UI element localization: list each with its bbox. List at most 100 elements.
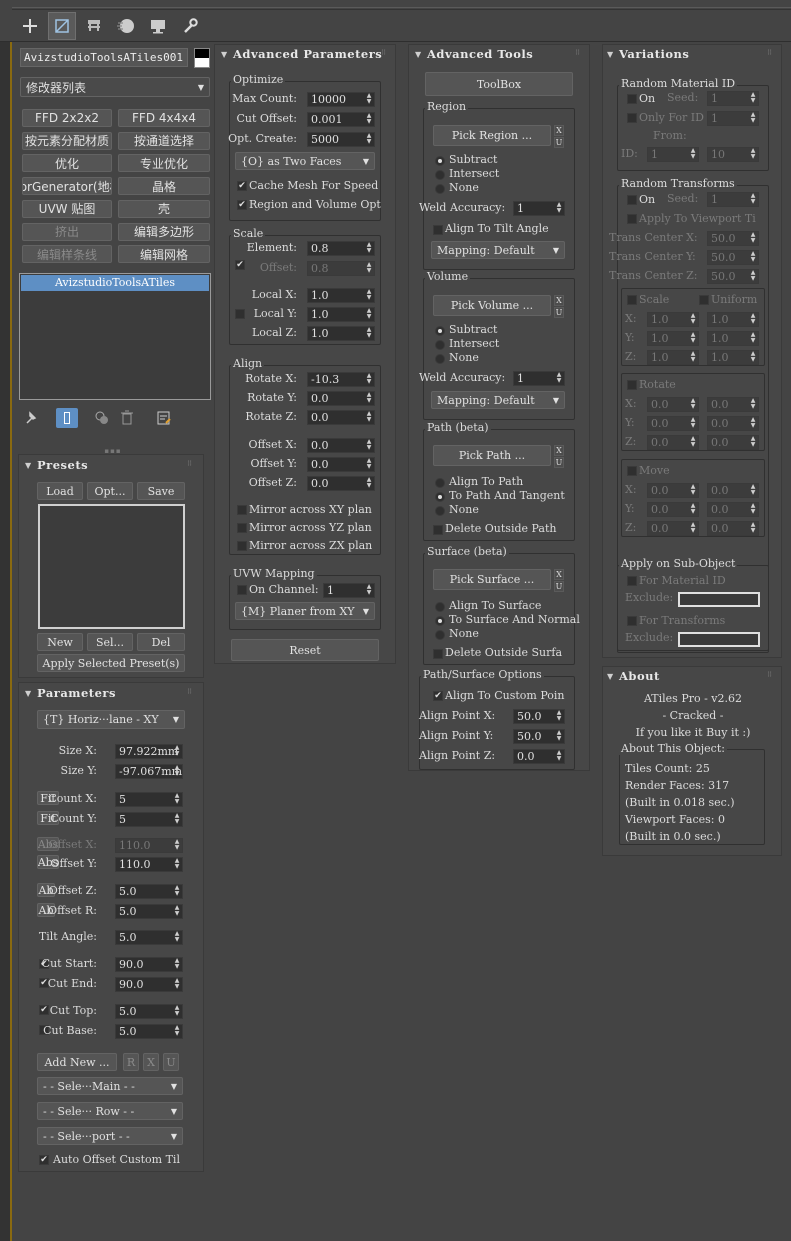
modify-tab-icon[interactable] bbox=[48, 12, 76, 40]
modifier-button-4-1[interactable]: 壳 bbox=[118, 199, 210, 218]
volume-weld-spinner[interactable]: 1 ▲ ▼ bbox=[513, 371, 565, 386]
spinner-arrows-icon[interactable]: ▲ ▼ bbox=[749, 251, 757, 264]
cut-start-spinner[interactable]: 90.0 ▲ ▼ bbox=[115, 957, 183, 972]
spinner-arrows-icon[interactable]: ▲ ▼ bbox=[365, 439, 373, 452]
configure-modifier-sets-icon[interactable] bbox=[156, 410, 172, 426]
utilities-tab-wrench-icon[interactable] bbox=[176, 12, 204, 40]
align-tilt-checkbox[interactable] bbox=[433, 225, 443, 235]
spinner-arrows-icon[interactable]: ▲ ▼ bbox=[749, 270, 757, 283]
modifier-button-0-0[interactable]: FFD 2x2x2 bbox=[22, 109, 112, 127]
surface-xu-buttons[interactable]: XU bbox=[554, 569, 564, 593]
u-update-button[interactable]: U bbox=[554, 307, 564, 318]
pick-surface-button[interactable]: Pick Surface ... bbox=[433, 569, 551, 590]
spinner-arrows-icon[interactable]: ▲ ▼ bbox=[749, 522, 757, 535]
display-tab-monitor-icon[interactable] bbox=[144, 12, 172, 40]
save-preset-button[interactable]: Save bbox=[137, 482, 185, 500]
align-point-z-spinner[interactable]: 0.0 ▲ ▼ bbox=[513, 749, 565, 764]
load-preset-button[interactable]: Load bbox=[37, 482, 83, 500]
spinner-arrows-icon[interactable]: ▲ ▼ bbox=[365, 392, 373, 405]
align-point-x-spinner[interactable]: 50.0 ▲ ▼ bbox=[513, 709, 565, 724]
spinner-arrows-icon[interactable]: ▲ ▼ bbox=[365, 327, 373, 340]
spinner-arrows-icon[interactable]: ▲ ▼ bbox=[173, 813, 181, 826]
path-xu-buttons[interactable]: XU bbox=[554, 445, 564, 469]
spinner-arrows-icon[interactable]: ▲ ▼ bbox=[689, 313, 697, 326]
surface-none-radio[interactable] bbox=[435, 630, 445, 640]
spinner-arrows-icon[interactable]: ▲ ▼ bbox=[749, 484, 757, 497]
collapse-triangle-icon[interactable]: ▼ bbox=[221, 50, 227, 59]
spinner-arrows-icon[interactable]: ▲ ▼ bbox=[365, 242, 373, 255]
mzx-checkbox[interactable] bbox=[237, 541, 247, 551]
object-color-swatch[interactable] bbox=[194, 48, 210, 68]
spinner-arrows-icon[interactable]: ▲ ▼ bbox=[555, 202, 563, 215]
align-path-radio[interactable] bbox=[435, 478, 445, 488]
pick-volume-button[interactable]: Pick Volume ... bbox=[433, 295, 551, 316]
spinner-arrows-icon[interactable]: ▲ ▼ bbox=[173, 885, 181, 898]
collapse-triangle-icon[interactable]: ▼ bbox=[415, 50, 421, 59]
u-update-button[interactable]: U bbox=[554, 581, 564, 592]
drag-grip-icon[interactable]: ⠿ bbox=[187, 460, 193, 468]
spinner-arrows-icon[interactable]: ▲ ▼ bbox=[689, 398, 697, 411]
region-volume-opt-checkbox[interactable]: ✔ bbox=[237, 200, 247, 210]
select-viewport-dropdown[interactable]: - - Sele···port - - ▼ bbox=[37, 1127, 183, 1145]
weld-accuracy-spinner[interactable]: 1 ▲ ▼ bbox=[513, 201, 565, 216]
show-end-result-icon[interactable] bbox=[56, 408, 78, 428]
count-x-spinner[interactable]: 5 ▲ ▼ bbox=[115, 792, 183, 807]
subtract-radio[interactable] bbox=[435, 156, 445, 166]
spinner-arrows-icon[interactable]: ▲ ▼ bbox=[365, 289, 373, 302]
cache-mesh-checkbox[interactable]: ✔ bbox=[237, 181, 247, 191]
spinner-arrows-icon[interactable]: ▲ ▼ bbox=[173, 793, 181, 806]
none-radio[interactable] bbox=[435, 184, 445, 194]
delete-preset-button[interactable]: Del bbox=[137, 633, 185, 651]
spinner-arrows-icon[interactable]: ▲ ▼ bbox=[555, 750, 563, 763]
drag-grip-icon[interactable]: ⠿ bbox=[767, 49, 773, 57]
planer-dropdown[interactable]: {M} Planer from XY ▼ bbox=[235, 602, 375, 620]
new-preset-button[interactable]: New bbox=[37, 633, 83, 651]
collapse-triangle-icon[interactable]: ▼ bbox=[25, 689, 31, 698]
spinner-arrows-icon[interactable]: ▲ ▼ bbox=[173, 1005, 181, 1018]
modifier-button-2-0[interactable]: 优化 bbox=[22, 154, 112, 173]
drag-grip-icon[interactable]: ⠿ bbox=[381, 49, 387, 57]
spinner-arrows-icon[interactable]: ▲ ▼ bbox=[689, 417, 697, 430]
spinner-arrows-icon[interactable]: ▲ ▼ bbox=[365, 373, 373, 386]
mxy-checkbox[interactable] bbox=[237, 505, 247, 515]
spinner-arrows-icon[interactable]: ▲ ▼ bbox=[365, 113, 373, 126]
spinner-arrows-icon[interactable]: ▲ ▼ bbox=[173, 978, 181, 991]
max-count-spinner[interactable]: 10000 ▲ ▼ bbox=[307, 92, 375, 107]
motion-tab-icon[interactable] bbox=[112, 12, 140, 40]
spinner-arrows-icon[interactable]: ▲ ▼ bbox=[173, 765, 181, 778]
plane-dropdown[interactable]: {T} Horiz···lane - XY ▼ bbox=[37, 710, 185, 729]
spinner-arrows-icon[interactable]: ▲ ▼ bbox=[173, 1025, 181, 1038]
cut-end-spinner[interactable]: 90.0 ▲ ▼ bbox=[115, 977, 183, 992]
spinner-arrows-icon[interactable]: ▲ ▼ bbox=[689, 148, 697, 161]
intersect-radio[interactable] bbox=[435, 170, 445, 180]
pin-stack-icon[interactable] bbox=[24, 410, 38, 424]
drag-grip-icon[interactable]: ⠿ bbox=[187, 688, 193, 696]
cut-base-spinner[interactable]: 5.0 ▲ ▼ bbox=[115, 1024, 183, 1039]
local-x-spinner[interactable]: 1.0 ▲ ▼ bbox=[307, 288, 375, 303]
preset-list[interactable] bbox=[38, 504, 185, 629]
spinner-arrows-icon[interactable]: ▲ ▼ bbox=[689, 436, 697, 449]
hierarchy-tab-icon[interactable] bbox=[80, 12, 108, 40]
spinner-arrows-icon[interactable]: ▲ ▼ bbox=[749, 148, 757, 161]
x-clear-button[interactable]: X bbox=[554, 295, 564, 306]
spinner-arrows-icon[interactable]: ▲ ▼ bbox=[749, 436, 757, 449]
align-surface-radio[interactable] bbox=[435, 602, 445, 612]
myz-checkbox[interactable] bbox=[237, 523, 247, 533]
spinner-arrows-icon[interactable]: ▲ ▼ bbox=[689, 351, 697, 364]
spinner-arrows-icon[interactable]: ▲ ▼ bbox=[749, 232, 757, 245]
drag-grip-icon[interactable]: ⠿ bbox=[575, 49, 581, 57]
modifier-button-5-0[interactable]: 挤出 bbox=[22, 222, 112, 241]
offset-r-spinner[interactable]: 5.0 ▲ ▼ bbox=[115, 904, 183, 919]
on-channel-checkbox[interactable] bbox=[237, 585, 247, 595]
opt-create-spinner[interactable]: 5000 ▲ ▼ bbox=[307, 132, 375, 147]
faces-dropdown[interactable]: {O} as Two Faces ▼ bbox=[235, 152, 375, 170]
local-z-spinner[interactable]: 1.0 ▲ ▼ bbox=[307, 326, 375, 341]
rmid-on-checkbox[interactable] bbox=[627, 94, 637, 104]
spinner-arrows-icon[interactable]: ▲ ▼ bbox=[749, 332, 757, 345]
spinner-arrows-icon[interactable]: ▲ ▼ bbox=[365, 411, 373, 424]
volume-mapping-dropdown[interactable]: Mapping: Default ▼ bbox=[431, 391, 565, 409]
offset-y-spinner[interactable]: 110.0 ▲ ▼ bbox=[115, 857, 183, 872]
delete-outside-path-checkbox[interactable] bbox=[433, 525, 443, 535]
add-new-button[interactable]: Add New ... bbox=[37, 1053, 117, 1071]
spinner-arrows-icon[interactable]: ▲ ▼ bbox=[749, 398, 757, 411]
